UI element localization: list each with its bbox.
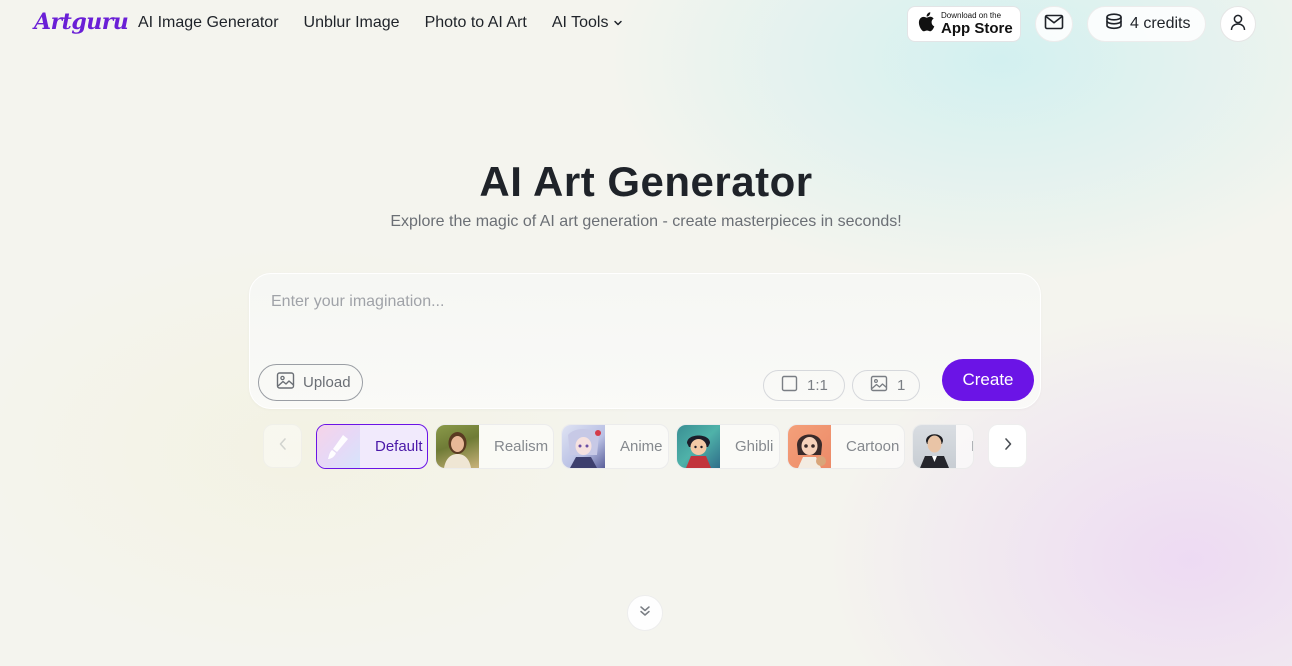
style-thumbnail-anime	[562, 425, 605, 468]
app-store-small-text: Download on the	[941, 11, 1002, 20]
image-icon	[870, 375, 888, 396]
style-label-cartoon: Cartoon	[846, 438, 900, 455]
nav-ai-tools-label: AI Tools	[551, 14, 609, 31]
style-card-anime[interactable]: Anime	[561, 424, 669, 469]
aspect-ratio-label: 1:1	[807, 377, 828, 394]
nav-ai-image-generator[interactable]: AI Image Generator	[138, 14, 279, 32]
style-thumbnail-ghibli	[677, 425, 720, 468]
credits-label: 4 credits	[1130, 15, 1191, 32]
brand-logo[interactable]: Artguru	[34, 9, 129, 35]
apple-icon	[917, 11, 935, 37]
top-navbar: Artguru AI Image Generator Unblur Image …	[0, 0, 1292, 48]
app-store-big-text: App Store	[941, 20, 1013, 37]
image-count-label: 1	[897, 377, 906, 394]
app-store-text: Download on the App Store	[941, 11, 1013, 37]
user-icon	[1229, 13, 1247, 36]
style-card-realism[interactable]: Realism	[435, 424, 554, 469]
chevron-left-icon	[278, 437, 288, 456]
double-chevron-down-icon	[638, 604, 652, 623]
page-subtitle: Explore the magic of AI art generation -…	[390, 213, 902, 230]
styles-prev-button[interactable]	[263, 424, 302, 468]
inbox-button[interactable]	[1035, 6, 1073, 42]
create-button[interactable]: Create	[942, 359, 1034, 401]
main-nav: AI Image Generator Unblur Image Photo to…	[138, 14, 623, 32]
style-label-anime: Anime	[620, 438, 663, 455]
nav-ai-tools[interactable]: AI Tools	[552, 14, 624, 32]
aspect-ratio-selector[interactable]: 1:1	[763, 370, 845, 401]
style-card-partial[interactable]: I	[912, 424, 974, 469]
style-thumbnail-cartoon	[788, 425, 831, 468]
upload-button[interactable]: Upload	[258, 364, 363, 401]
style-card-cartoon[interactable]: Cartoon	[787, 424, 905, 469]
style-label-ghibli: Ghibli	[735, 438, 774, 455]
style-card-ghibli[interactable]: Ghibli	[676, 424, 780, 469]
style-thumbnail-realism	[436, 425, 479, 468]
app-store-button[interactable]: Download on the App Store	[907, 6, 1021, 42]
mail-icon	[1044, 14, 1064, 35]
image-upload-icon	[276, 371, 295, 394]
coins-stack-icon	[1104, 12, 1124, 37]
style-label-default: Default	[375, 438, 423, 455]
page-title: AI Art Generator	[479, 158, 813, 205]
chevron-down-icon	[613, 18, 623, 28]
style-label-partial: I	[956, 438, 973, 455]
nav-photo-to-ai-art[interactable]: Photo to AI Art	[425, 14, 527, 32]
style-label-realism: Realism	[494, 438, 549, 455]
account-button[interactable]	[1220, 6, 1256, 42]
style-thumbnail-partial	[913, 425, 956, 468]
prompt-panel: Upload 1:1 1 Create	[249, 273, 1041, 409]
nav-unblur-image[interactable]: Unblur Image	[304, 14, 400, 32]
chevron-right-icon	[1003, 437, 1013, 456]
credits-button[interactable]: 4 credits	[1087, 6, 1206, 42]
prompt-input[interactable]	[271, 290, 1011, 314]
square-ratio-icon	[781, 375, 798, 396]
style-thumbnail-default	[317, 425, 360, 468]
styles-next-button[interactable]	[988, 424, 1027, 468]
image-count-selector[interactable]: 1	[852, 370, 920, 401]
scroll-down-button[interactable]	[627, 595, 663, 631]
style-card-default[interactable]: Default	[316, 424, 428, 469]
upload-label: Upload	[303, 374, 351, 391]
